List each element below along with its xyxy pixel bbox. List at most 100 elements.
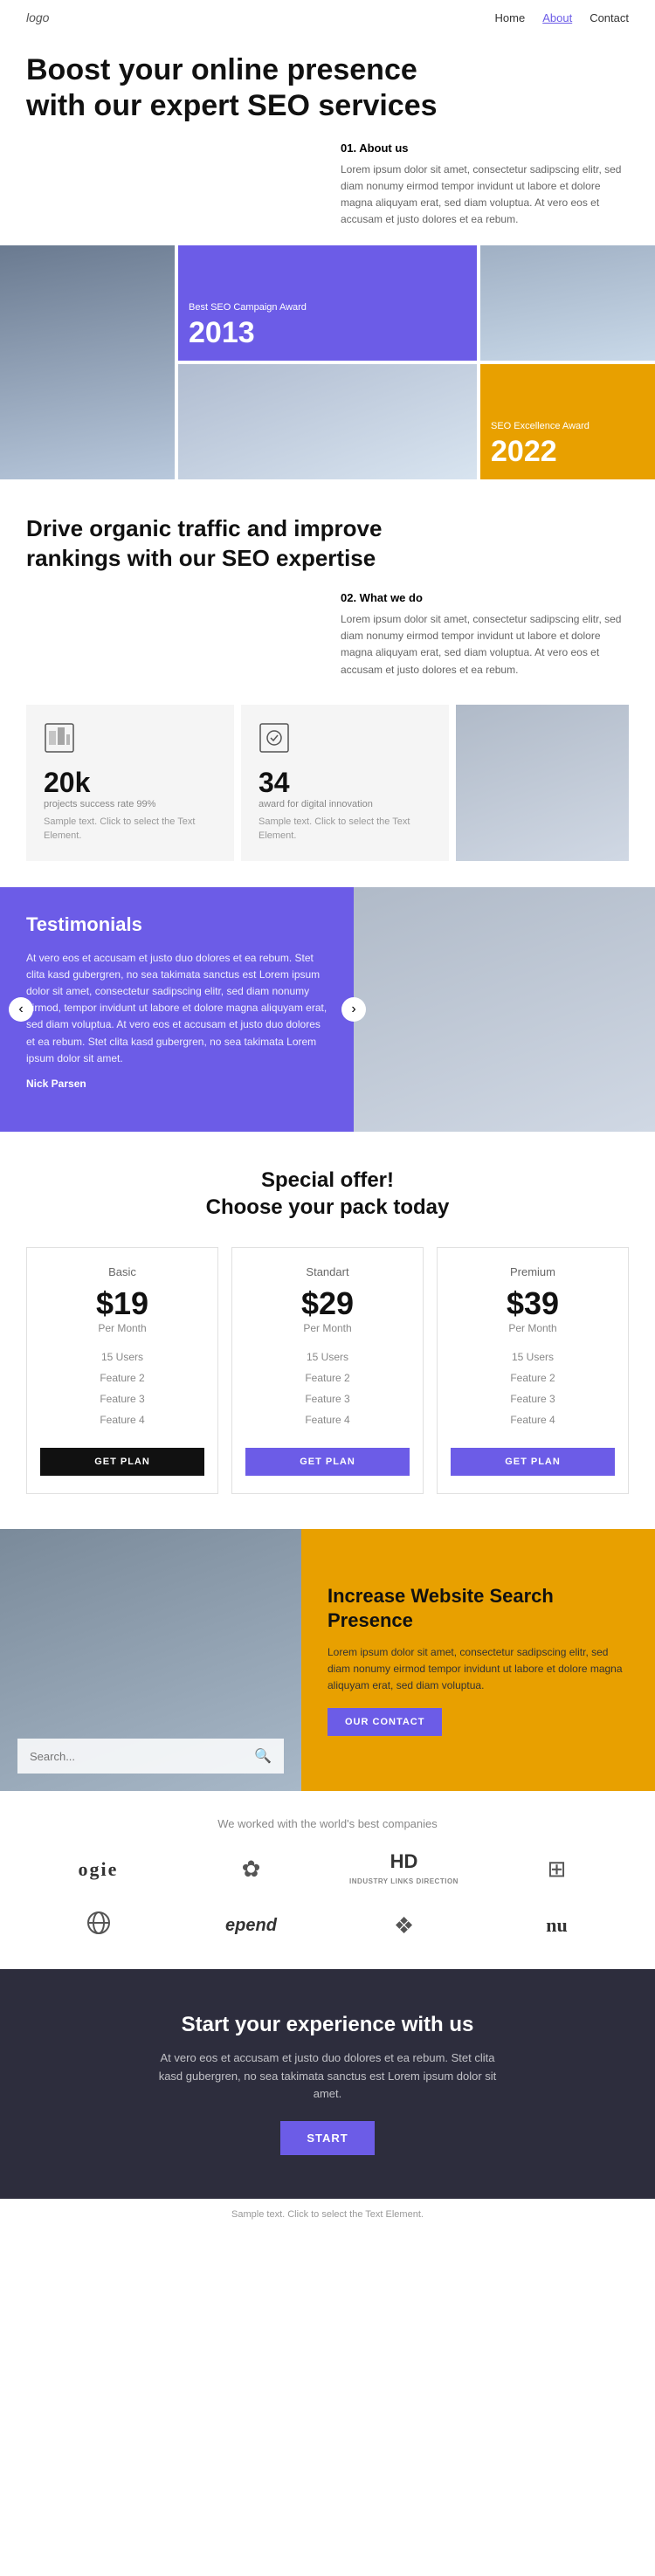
pricing-heading: Special offer! Choose your pack today [26,1167,629,1221]
footer-note: Sample text. Click to select the Text El… [0,2199,655,2230]
next-button[interactable]: › [341,997,366,1022]
nav-about[interactable]: About [542,11,572,24]
logo-hd-text: HD [349,1851,458,1872]
logo: logo [26,10,49,24]
feature-basic-4: Feature 4 [100,1409,144,1430]
nav-links: Home About Contact [495,11,629,24]
logo-grid-icon: ⊞ [548,1856,567,1883]
whatwedo-section: 02. What we do Lorem ipsum dolor sit ame… [0,582,655,696]
about-text: Lorem ipsum dolor sit amet, consectetur … [341,162,629,229]
nav-home[interactable]: Home [495,11,526,24]
footer-note-text: Sample text. Click to select the Text El… [231,2209,424,2220]
footer-cta: Start your experience with us At vero eo… [0,1969,655,2199]
plan-features-premium: 15 Users Feature 2 Feature 3 Feature 4 [510,1347,555,1430]
logo-dots: ❖ [394,1912,414,1939]
feature-standart-3: Feature 3 [305,1388,349,1409]
feature-premium-1: 15 Users [510,1347,555,1367]
stat-number-1: 20k [44,767,217,799]
seo-section: Drive organic traffic and improve rankin… [0,479,655,582]
plan-price-basic: $19 [96,1285,148,1322]
pricing-cards: Basic $19 Per Month 15 Users Feature 2 F… [26,1247,629,1494]
feature-basic-1: 15 Users [100,1347,144,1367]
photo-woman [0,245,175,479]
footer-heading: Start your experience with us [26,2013,629,2037]
award-2022-year: 2022 [491,435,645,469]
cta-heading: Increase Website Search Presence [328,1584,629,1634]
testimonials-image [354,887,655,1132]
pricing-card-standart: Standart $29 Per Month 15 Users Feature … [231,1247,424,1494]
search-button[interactable]: 🔍 [242,1739,284,1774]
start-button[interactable]: START [280,2121,374,2155]
award-2013: Best SEO Campaign Award 2013 [178,245,477,361]
footer-text: At vero eos et accusam et justo duo dolo… [153,2049,502,2104]
feature-basic-2: Feature 2 [100,1367,144,1388]
stat-number-2: 34 [259,767,431,799]
stat-label-1: projects success rate 99% [44,799,217,809]
stat-label-2: award for digital innovation [259,799,431,809]
about-left [26,141,314,229]
cta-right: Increase Website Search Presence Lorem i… [301,1529,655,1791]
logo-flower: ✿ [242,1856,261,1883]
get-plan-basic[interactable]: GET PLAN [40,1448,204,1476]
search-input[interactable] [17,1739,242,1774]
testimonials-text: At vero eos et accusam et justo duo dolo… [26,950,328,1067]
get-plan-premium[interactable]: GET PLAN [451,1448,615,1476]
plan-features-basic: 15 Users Feature 2 Feature 3 Feature 4 [100,1347,144,1430]
feature-premium-2: Feature 2 [510,1367,555,1388]
plan-name-standart: Standart [306,1265,348,1278]
feature-standart-2: Feature 2 [305,1367,349,1388]
stat-icon-1 [44,722,217,760]
award-2013-label: Best SEO Campaign Award [189,302,466,313]
pricing-section: Special offer! Choose your pack today Ba… [0,1132,655,1529]
whatwedo-label: 02. What we do [341,591,629,604]
image-grid: Best SEO Campaign Award 2013 SEO Excelle… [0,245,655,479]
plan-period-basic: Per Month [98,1322,146,1334]
cta-image: 🔍 [0,1529,301,1791]
prev-button[interactable]: ‹ [9,997,33,1022]
photo-tablet [178,364,477,479]
logo-epend: epend [225,1916,277,1936]
plan-features-standart: 15 Users Feature 2 Feature 3 Feature 4 [305,1347,349,1430]
award-2022: SEO Excellence Award 2022 [480,364,655,479]
stat-image [456,705,629,861]
whatwedo-left [26,591,314,678]
logo-ogie: ogie [79,1858,119,1881]
stat-box-2: 34 award for digital innovation Sample t… [241,705,449,861]
companies-section: We worked with the world's best companie… [0,1791,655,1969]
cta-section: 🔍 Increase Website Search Presence Lorem… [0,1529,655,1791]
whatwedo-right: 02. What we do Lorem ipsum dolor sit ame… [341,591,629,678]
logo-circle-icon [85,1909,113,1943]
logo-nu: nu [546,1914,567,1937]
stat-icon-2 [259,722,431,760]
pricing-card-premium: Premium $39 Per Month 15 Users Feature 2… [437,1247,629,1494]
cta-text: Lorem ipsum dolor sit amet, consectetur … [328,1644,629,1695]
navbar: logo Home About Contact [0,0,655,35]
stats-row: 20k projects success rate 99% Sample tex… [0,696,655,878]
plan-name-premium: Premium [510,1265,555,1278]
about-label: 01. About us [341,141,629,155]
search-bar: 🔍 [17,1739,284,1774]
plan-price-premium: $39 [507,1285,559,1322]
plan-period-premium: Per Month [508,1322,556,1334]
feature-basic-3: Feature 3 [100,1388,144,1409]
stat-box-1: 20k projects success rate 99% Sample tex… [26,705,234,861]
pricing-card-basic: Basic $19 Per Month 15 Users Feature 2 F… [26,1247,218,1494]
cta-contact-button[interactable]: OUR CONTACT [328,1708,442,1736]
get-plan-standart[interactable]: GET PLAN [245,1448,410,1476]
about-right: 01. About us Lorem ipsum dolor sit amet,… [341,141,629,229]
logo-hd-sub: INDUSTRY LINKS DIRECTION [349,1877,458,1885]
feature-standart-4: Feature 4 [305,1409,349,1430]
nav-contact[interactable]: Contact [590,11,629,24]
plan-period-standart: Per Month [303,1322,351,1334]
hero-section: Boost your online presence with our expe… [0,35,655,133]
testimonials-title: Testimonials [26,913,328,936]
logo-hd: HD INDUSTRY LINKS DIRECTION [349,1851,458,1888]
feature-standart-1: 15 Users [305,1347,349,1367]
plan-name-basic: Basic [108,1265,136,1278]
whatwedo-text: Lorem ipsum dolor sit amet, consectetur … [341,611,629,678]
companies-label: We worked with the world's best companie… [26,1817,629,1830]
testimonials-author: Nick Parsen [26,1078,328,1090]
stat-desc-1: Sample text. Click to select the Text El… [44,815,217,844]
feature-premium-3: Feature 3 [510,1388,555,1409]
about-section: 01. About us Lorem ipsum dolor sit amet,… [0,133,655,246]
